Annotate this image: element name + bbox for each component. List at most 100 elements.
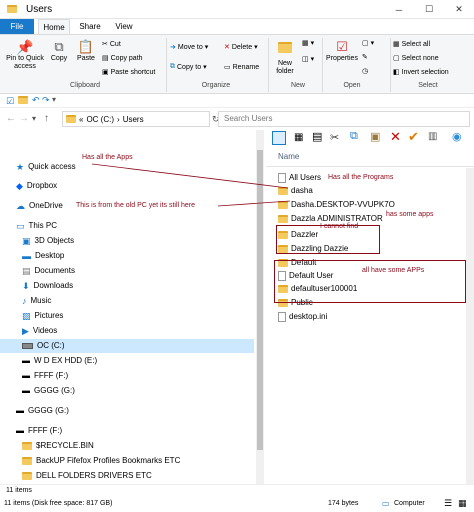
- item-label: desktop.ini: [289, 312, 328, 321]
- details-pane-icon[interactable]: ▤: [312, 130, 322, 143]
- folder-icon: [22, 457, 32, 465]
- list-item[interactable]: desktop.ini: [278, 311, 327, 323]
- preview-pane-icon[interactable]: [272, 131, 286, 145]
- history-button[interactable]: ◷: [362, 67, 368, 75]
- nav-ffff-f-root[interactable]: ▬ FFFF (F:): [16, 424, 62, 438]
- invert-selection-button[interactable]: ◧ Invert selection: [393, 68, 449, 77]
- tab-view[interactable]: View: [110, 19, 138, 34]
- nav-pictures[interactable]: ▨ Pictures: [22, 309, 63, 323]
- cube-icon: ▣: [22, 236, 31, 246]
- close-button[interactable]: ✕: [444, 0, 474, 19]
- copy-button[interactable]: ⧉ Copy: [48, 39, 70, 63]
- tab-file[interactable]: File: [0, 19, 34, 34]
- nav-oc-drive[interactable]: OC (C:): [0, 339, 254, 353]
- nav-scrollbar-thumb[interactable]: [257, 150, 263, 450]
- maximize-button[interactable]: ☐: [414, 0, 444, 19]
- list-item[interactable]: Dasha.DESKTOP-VVUPK7O: [278, 199, 395, 211]
- recent-locations-icon[interactable]: ▾: [32, 114, 36, 123]
- content-toolbar: ▦ ▤ ✂ ⧉ ▣ ✕ ✔ ▥ ◉: [266, 129, 474, 148]
- tab-share[interactable]: Share: [76, 19, 104, 34]
- paste-icon[interactable]: ▣: [370, 130, 380, 143]
- search-input[interactable]: Search Users: [218, 111, 470, 127]
- quick-access-toolbar: ☑ ↶ ↷ ▾: [0, 94, 474, 108]
- status-bar: 11 items 11 items (Disk free space: 817 …: [0, 484, 474, 512]
- properties-qat-icon[interactable]: ☑: [6, 96, 14, 107]
- ribbon-tabs: File Home Share View: [0, 19, 474, 34]
- select-all-button[interactable]: ▦ Select all: [393, 40, 430, 49]
- details-view-icon[interactable]: ☰: [444, 498, 452, 509]
- nav-wd-ex-hdd[interactable]: ▬ W D EX HDD (E:): [22, 354, 97, 368]
- address-root: «: [79, 114, 84, 124]
- nav-music[interactable]: ♪ Music: [22, 294, 51, 308]
- pin-quick-access-button[interactable]: 📌 Pin to Quick access: [4, 39, 46, 71]
- select-none-button[interactable]: ▢ Select none: [393, 54, 439, 63]
- scissors-icon: ✂: [102, 41, 108, 48]
- nav-recycle-bin[interactable]: $RECYCLE.BIN: [22, 439, 94, 453]
- nav-dropbox[interactable]: ◆ Dropbox: [16, 179, 57, 193]
- breadcrumb-separator[interactable]: ›: [117, 115, 120, 124]
- nav-backup-firefox[interactable]: BackUP Fifefox Profiles Bookmarks ETC: [22, 454, 180, 468]
- dropbox-icon: ◆: [16, 181, 23, 191]
- edit-button[interactable]: ✎: [362, 53, 368, 61]
- easy-access-button[interactable]: ◫ ▾: [302, 55, 314, 63]
- new-folder-qat-icon[interactable]: [18, 96, 28, 106]
- nav-this-pc[interactable]: ▭ This PC: [16, 219, 57, 233]
- nav-3d-objects[interactable]: ▣ 3D Objects: [22, 234, 74, 248]
- back-icon[interactable]: ←: [6, 113, 16, 124]
- up-icon[interactable]: ↑: [44, 113, 49, 124]
- breadcrumb-oc[interactable]: OC (C:): [86, 115, 114, 124]
- paste-button[interactable]: 📋 Paste: [74, 39, 98, 63]
- nav-quick-access[interactable]: ★ Quick access: [16, 160, 76, 174]
- nav-label: GGGG (G:): [34, 386, 75, 395]
- tab-home[interactable]: Home: [38, 19, 70, 34]
- paste-shortcut-button[interactable]: ▣ Paste shortcut: [102, 68, 155, 77]
- scissors-icon[interactable]: ✂: [330, 131, 339, 144]
- copy-to-button[interactable]: ⧉ Copy to ▾: [170, 63, 207, 71]
- breadcrumb-users[interactable]: Users: [123, 115, 144, 124]
- nav-desktop[interactable]: ▬ Desktop: [22, 249, 64, 263]
- nav-ffff-f[interactable]: ▬ FFFF (F:): [22, 369, 68, 383]
- video-icon: ▶: [22, 326, 29, 336]
- customize-qat-icon[interactable]: ▾: [52, 95, 56, 104]
- address-field[interactable]: « OC (C:) › Users: [62, 111, 210, 127]
- invert-selection-label: Invert selection: [401, 68, 449, 76]
- checkmark-icon[interactable]: ✔: [408, 129, 419, 145]
- nav-label: Downloads: [33, 281, 74, 290]
- nav-documents[interactable]: ▤ Documents: [22, 264, 75, 278]
- delete-icon[interactable]: ✕: [390, 129, 401, 145]
- new-folder-label: New folder: [276, 60, 294, 75]
- nav-videos[interactable]: ▶ Videos: [22, 324, 57, 338]
- paste-icon: 📋: [77, 39, 95, 54]
- nav-downloads[interactable]: ⬇ Downloads: [22, 279, 73, 293]
- drive-icon: ▬: [16, 426, 24, 435]
- properties-icon[interactable]: ▥: [428, 131, 437, 142]
- nav-onedrive[interactable]: ☁ OneDrive: [16, 199, 63, 213]
- nav-gggg-g-root[interactable]: ▬ GGGG (G:): [16, 404, 69, 418]
- copy-path-button[interactable]: ▤ Copy path: [102, 54, 143, 63]
- redo-icon[interactable]: ↷: [42, 95, 50, 106]
- cut-button[interactable]: ✂ Cut: [102, 40, 121, 49]
- list-item[interactable]: All Users: [278, 172, 321, 184]
- minimize-button[interactable]: ─: [384, 0, 414, 19]
- forward-icon[interactable]: →: [19, 113, 29, 124]
- rename-button[interactable]: ▭ Rename: [224, 63, 259, 72]
- globe-icon[interactable]: ◉: [452, 130, 462, 143]
- delete-button[interactable]: ✕ Delete ▾: [224, 43, 258, 52]
- open-button[interactable]: ▢ ▾: [362, 39, 374, 47]
- move-to-button[interactable]: ➜ Move to ▾: [170, 43, 209, 52]
- nav-dell-folders[interactable]: DELL FOLDERS DRIVERS ETC: [22, 469, 152, 483]
- nav-label: W D EX HDD (E:): [34, 356, 98, 365]
- copy-icon[interactable]: ⧉: [350, 130, 358, 143]
- column-header-name[interactable]: Name: [278, 152, 299, 161]
- large-icons-view-icon[interactable]: ▦: [458, 498, 467, 509]
- chevron-down-icon: ▾: [204, 44, 209, 51]
- properties-button[interactable]: ☑ Properties: [324, 39, 360, 63]
- list-item[interactable]: dasha: [278, 185, 313, 197]
- nav-gggg-g[interactable]: ▬ GGGG (G:): [22, 384, 75, 398]
- layout-icon[interactable]: ▦: [294, 132, 303, 143]
- new-folder-button[interactable]: New folder: [272, 39, 298, 76]
- undo-icon[interactable]: ↶: [32, 95, 40, 106]
- folder-icon: [278, 201, 288, 209]
- content-scrollbar[interactable]: [466, 168, 474, 484]
- new-item-button[interactable]: ▦ ▾: [302, 39, 314, 47]
